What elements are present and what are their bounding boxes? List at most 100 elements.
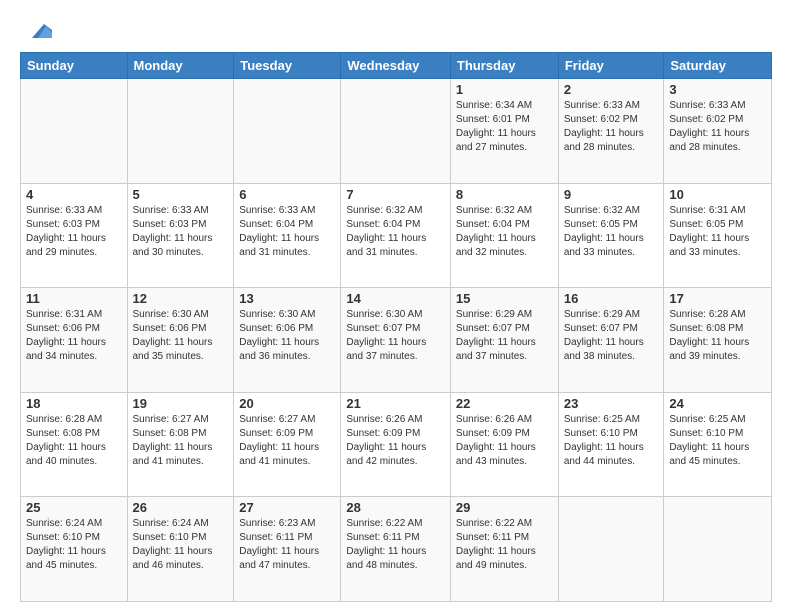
page: Sunday Monday Tuesday Wednesday Thursday…	[0, 0, 792, 612]
calendar-cell: 12 Sunrise: 6:30 AM Sunset: 6:06 PM Dayli…	[127, 288, 234, 393]
day-info: Sunrise: 6:30 AM Sunset: 6:06 PM Dayligh…	[133, 308, 229, 364]
day-number: 18	[26, 396, 122, 411]
day-number: 4	[26, 187, 122, 202]
calendar-cell: 5 Sunrise: 6:33 AM Sunset: 6:03 PM Daylig…	[127, 183, 234, 288]
week-row-1: 4 Sunrise: 6:33 AM Sunset: 6:03 PM Daylig…	[21, 183, 772, 288]
header-thursday: Thursday	[450, 53, 558, 79]
calendar-cell: 10Sunrise: 6:31 AM Sunset: 6:05 PM Dayli…	[664, 183, 772, 288]
calendar-cell	[341, 79, 451, 184]
header-tuesday: Tuesday	[234, 53, 341, 79]
day-number: 9	[564, 187, 659, 202]
calendar-cell: 26Sunrise: 6:24 AM Sunset: 6:10 PM Dayli…	[127, 497, 234, 602]
calendar-cell: 7 Sunrise: 6:32 AM Sunset: 6:04 PM Daylig…	[341, 183, 451, 288]
day-info: Sunrise: 6:32 AM Sunset: 6:05 PM Dayligh…	[564, 204, 659, 260]
day-info: Sunrise: 6:33 AM Sunset: 6:02 PM Dayligh…	[564, 99, 659, 155]
day-number: 1	[456, 82, 553, 97]
day-info: Sunrise: 6:22 AM Sunset: 6:11 PM Dayligh…	[346, 517, 445, 573]
day-info: Sunrise: 6:28 AM Sunset: 6:08 PM Dayligh…	[26, 413, 122, 469]
day-number: 13	[239, 291, 335, 306]
day-info: Sunrise: 6:32 AM Sunset: 6:04 PM Dayligh…	[346, 204, 445, 260]
calendar-cell: 16 Sunrise: 6:29 AM Sunset: 6:07 PM Dayli…	[558, 288, 664, 393]
day-number: 12	[133, 291, 229, 306]
day-info: Sunrise: 6:33 AM Sunset: 6:02 PM Dayligh…	[669, 99, 766, 155]
day-number: 22	[456, 396, 553, 411]
day-number: 27	[239, 500, 335, 515]
day-number: 5	[133, 187, 229, 202]
day-info: Sunrise: 6:26 AM Sunset: 6:09 PM Dayligh…	[456, 413, 553, 469]
week-row-3: 18 Sunrise: 6:28 AM Sunset: 6:08 PM Dayli…	[21, 392, 772, 497]
day-number: 28	[346, 500, 445, 515]
calendar-cell	[234, 79, 341, 184]
calendar-cell: 24 Sunrise: 6:25 AM Sunset: 6:10 PM Dayli…	[664, 392, 772, 497]
calendar-cell	[558, 497, 664, 602]
calendar-cell: 27 Sunrise: 6:23 AM Sunset: 6:11 PM Dayli…	[234, 497, 341, 602]
calendar-cell	[21, 79, 128, 184]
calendar-cell: 20 Sunrise: 6:27 AM Sunset: 6:09 PM Dayli…	[234, 392, 341, 497]
day-number: 19	[133, 396, 229, 411]
calendar-cell: 4 Sunrise: 6:33 AM Sunset: 6:03 PM Daylig…	[21, 183, 128, 288]
day-info: Sunrise: 6:30 AM Sunset: 6:06 PM Dayligh…	[239, 308, 335, 364]
week-row-0: 1 Sunrise: 6:34 AM Sunset: 6:01 PM Daylig…	[21, 79, 772, 184]
calendar-cell: 8 Sunrise: 6:32 AM Sunset: 6:04 PM Daylig…	[450, 183, 558, 288]
day-number: 21	[346, 396, 445, 411]
day-info: Sunrise: 6:31 AM Sunset: 6:06 PM Dayligh…	[26, 308, 122, 364]
day-info: Sunrise: 6:24 AM Sunset: 6:10 PM Dayligh…	[26, 517, 122, 573]
day-number: 23	[564, 396, 659, 411]
day-number: 17	[669, 291, 766, 306]
day-info: Sunrise: 6:33 AM Sunset: 6:04 PM Dayligh…	[239, 204, 335, 260]
calendar-cell: 13 Sunrise: 6:30 AM Sunset: 6:06 PM Dayli…	[234, 288, 341, 393]
day-number: 3	[669, 82, 766, 97]
day-number: 24	[669, 396, 766, 411]
day-number: 6	[239, 187, 335, 202]
header-sunday: Sunday	[21, 53, 128, 79]
week-row-4: 25Sunrise: 6:24 AM Sunset: 6:10 PM Dayli…	[21, 497, 772, 602]
calendar-cell: 17 Sunrise: 6:28 AM Sunset: 6:08 PM Dayli…	[664, 288, 772, 393]
calendar-cell: 22 Sunrise: 6:26 AM Sunset: 6:09 PM Dayli…	[450, 392, 558, 497]
calendar-cell: 19 Sunrise: 6:27 AM Sunset: 6:08 PM Dayli…	[127, 392, 234, 497]
day-number: 20	[239, 396, 335, 411]
header-saturday: Saturday	[664, 53, 772, 79]
day-number: 16	[564, 291, 659, 306]
day-info: Sunrise: 6:32 AM Sunset: 6:04 PM Dayligh…	[456, 204, 553, 260]
day-number: 15	[456, 291, 553, 306]
day-number: 11	[26, 291, 122, 306]
day-info: Sunrise: 6:34 AM Sunset: 6:01 PM Dayligh…	[456, 99, 553, 155]
calendar-cell: 2 Sunrise: 6:33 AM Sunset: 6:02 PM Daylig…	[558, 79, 664, 184]
calendar-cell	[664, 497, 772, 602]
calendar-cell: 21 Sunrise: 6:26 AM Sunset: 6:09 PM Dayli…	[341, 392, 451, 497]
header	[20, 16, 772, 44]
header-friday: Friday	[558, 53, 664, 79]
day-info: Sunrise: 6:29 AM Sunset: 6:07 PM Dayligh…	[564, 308, 659, 364]
header-row: Sunday Monday Tuesday Wednesday Thursday…	[21, 53, 772, 79]
day-number: 2	[564, 82, 659, 97]
week-row-2: 11 Sunrise: 6:31 AM Sunset: 6:06 PM Dayli…	[21, 288, 772, 393]
calendar-cell: 29 Sunrise: 6:22 AM Sunset: 6:11 PM Dayli…	[450, 497, 558, 602]
calendar-cell: 6 Sunrise: 6:33 AM Sunset: 6:04 PM Daylig…	[234, 183, 341, 288]
calendar: Sunday Monday Tuesday Wednesday Thursday…	[20, 52, 772, 602]
header-monday: Monday	[127, 53, 234, 79]
day-info: Sunrise: 6:22 AM Sunset: 6:11 PM Dayligh…	[456, 517, 553, 573]
day-info: Sunrise: 6:27 AM Sunset: 6:09 PM Dayligh…	[239, 413, 335, 469]
day-number: 29	[456, 500, 553, 515]
day-info: Sunrise: 6:31 AM Sunset: 6:05 PM Dayligh…	[669, 204, 766, 260]
calendar-cell: 3 Sunrise: 6:33 AM Sunset: 6:02 PM Daylig…	[664, 79, 772, 184]
day-info: Sunrise: 6:30 AM Sunset: 6:07 PM Dayligh…	[346, 308, 445, 364]
day-info: Sunrise: 6:26 AM Sunset: 6:09 PM Dayligh…	[346, 413, 445, 469]
day-info: Sunrise: 6:27 AM Sunset: 6:08 PM Dayligh…	[133, 413, 229, 469]
calendar-cell: 18 Sunrise: 6:28 AM Sunset: 6:08 PM Dayli…	[21, 392, 128, 497]
day-number: 7	[346, 187, 445, 202]
day-info: Sunrise: 6:33 AM Sunset: 6:03 PM Dayligh…	[133, 204, 229, 260]
day-info: Sunrise: 6:25 AM Sunset: 6:10 PM Dayligh…	[669, 413, 766, 469]
day-info: Sunrise: 6:29 AM Sunset: 6:07 PM Dayligh…	[456, 308, 553, 364]
day-number: 8	[456, 187, 553, 202]
calendar-cell: 1 Sunrise: 6:34 AM Sunset: 6:01 PM Daylig…	[450, 79, 558, 184]
calendar-cell: 9 Sunrise: 6:32 AM Sunset: 6:05 PM Daylig…	[558, 183, 664, 288]
day-info: Sunrise: 6:33 AM Sunset: 6:03 PM Dayligh…	[26, 204, 122, 260]
day-info: Sunrise: 6:24 AM Sunset: 6:10 PM Dayligh…	[133, 517, 229, 573]
calendar-table: Sunday Monday Tuesday Wednesday Thursday…	[20, 52, 772, 602]
day-info: Sunrise: 6:23 AM Sunset: 6:11 PM Dayligh…	[239, 517, 335, 573]
calendar-cell: 23Sunrise: 6:25 AM Sunset: 6:10 PM Dayli…	[558, 392, 664, 497]
calendar-cell: 15 Sunrise: 6:29 AM Sunset: 6:07 PM Dayli…	[450, 288, 558, 393]
calendar-cell: 25Sunrise: 6:24 AM Sunset: 6:10 PM Dayli…	[21, 497, 128, 602]
day-info: Sunrise: 6:28 AM Sunset: 6:08 PM Dayligh…	[669, 308, 766, 364]
